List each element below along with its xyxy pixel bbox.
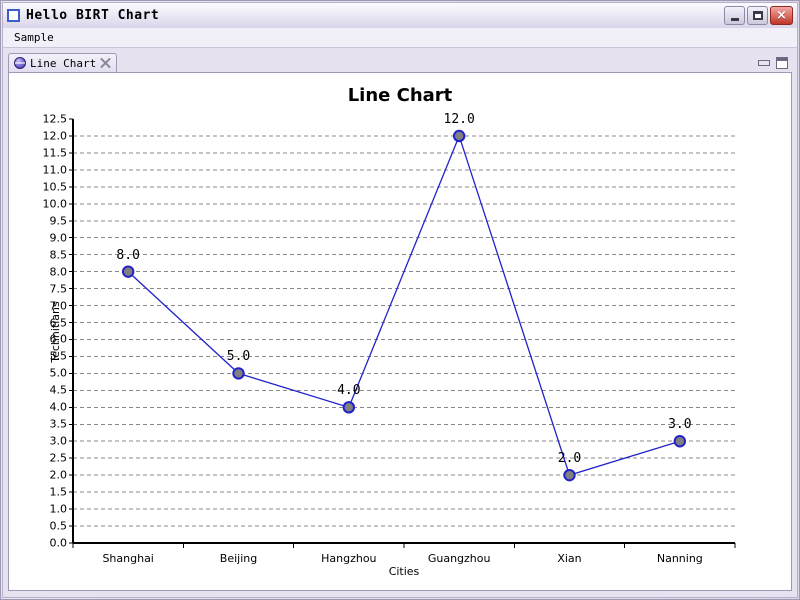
maximize-button[interactable] [747,6,768,25]
tab-line-chart[interactable]: Line Chart [8,53,118,72]
menu-item-sample[interactable]: Sample [10,30,58,45]
y-axis-tick-label: 11.5 [42,146,68,160]
y-axis-tick-label: 6.5 [49,316,68,330]
y-axis-tick-label: 12.0 [42,129,68,143]
x-axis-tick-label: Shanghai [102,552,154,565]
view-maximize-icon[interactable] [776,57,788,69]
x-axis-tick-label: Beijing [219,552,258,565]
close-button[interactable]: × [770,6,793,25]
data-point-label: 12.0 [443,111,475,127]
window-icon [7,9,20,22]
minimize-button[interactable] [724,6,745,25]
y-axis-tick-label: 6.0 [49,332,68,346]
chart-canvas: Line Chart Technitians Cities 0.0 0.5 1.0 1… [8,72,792,591]
window-titlebar: Hello BIRT Chart × [2,2,798,28]
data-point-label: 2.0 [557,451,582,467]
y-axis-tick-label: 5.0 [49,366,68,380]
plot-area: 0.0 0.5 1.0 1.5 2.0 2.5 3.0 3.5 4.0 4.5 5.0 5.5 6.0 6… [43,112,736,565]
client-area: Line Chart Line Chart Technitians Cities… [2,48,798,598]
data-point-label: 4.0 [337,383,361,399]
y-axis-tick-label: 9.5 [49,214,68,228]
y-axis-tick-label: 9.0 [49,231,68,245]
close-icon: × [776,8,787,23]
view-minimize-icon[interactable] [758,60,770,66]
tab-close-icon[interactable] [100,58,111,69]
y-axis-tick-label: 3.0 [49,434,68,448]
x-axis-tick-label: Nanning [656,552,703,565]
window-buttons: × [724,6,795,25]
x-axis-tick-label: Guangzhou [427,552,491,565]
y-axis-tick-label: 8.5 [49,248,68,262]
x-axis-title: Cities [388,565,420,578]
y-axis-tick-label: 5.5 [49,349,68,363]
y-axis-tick-label: 4.0 [49,400,68,414]
view-controls [758,57,792,72]
x-axis-tick-label: Hangzhou [321,552,377,565]
tab-label: Line Chart [30,56,97,70]
data-point-label: 5.0 [226,349,251,365]
y-axis-tick-label: 10.5 [42,180,68,194]
globe-icon [14,57,26,69]
y-axis-tick-label: 1.5 [49,485,68,499]
y-axis-tick-label: 7.0 [49,299,68,313]
data-point-label: 8.0 [116,247,140,263]
y-axis-tick-label: 11.0 [42,163,68,177]
y-axis-tick-label: 0.5 [49,519,68,533]
y-axis-tick-label: 10.0 [42,197,68,211]
y-axis-tick-label: 2.5 [49,451,68,465]
chart-title: Line Chart [347,85,453,106]
y-axis-tick-label: 2.0 [49,468,68,482]
y-axis-tick-label: 12.5 [42,112,68,126]
x-axis-tick-label: Xian [557,552,582,565]
y-axis-tick-label: 1.0 [49,502,68,516]
tab-bar: Line Chart [8,52,792,72]
y-axis-tick-label: 7.5 [49,282,68,296]
minimize-icon [730,17,739,21]
y-axis-tick-label: 8.0 [49,265,68,279]
y-axis-tick-label: 4.5 [49,383,68,397]
y-axis-tick-label: 0.0 [49,536,68,550]
window-title: Hello BIRT Chart [26,8,160,23]
maximize-icon [752,11,763,20]
plot-svg [69,118,736,548]
data-point-label: 3.0 [668,417,692,433]
application-window: Hello BIRT Chart × Sample Line Chart Lin… [0,0,800,600]
y-axis-tick-label: 3.5 [49,417,68,431]
menu-bar: Sample [2,28,798,48]
